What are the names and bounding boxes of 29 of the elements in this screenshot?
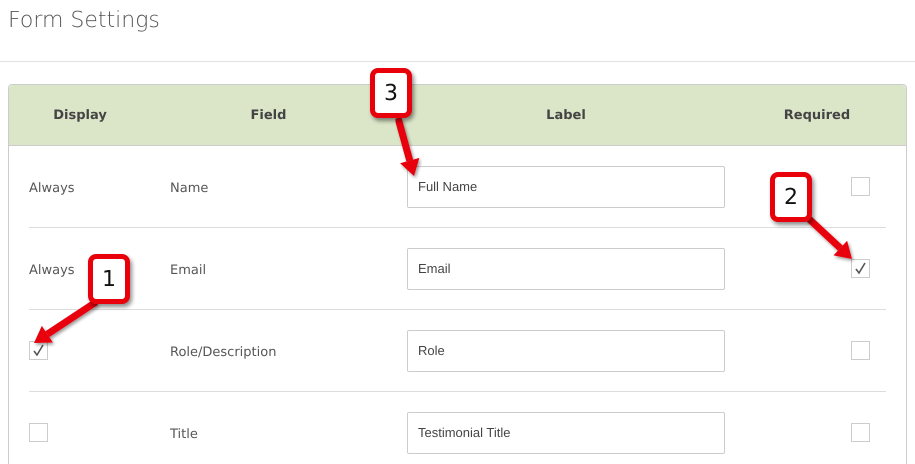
checkbox[interactable] <box>851 177 870 196</box>
checkbox[interactable] <box>29 423 48 442</box>
checkbox[interactable] <box>851 341 870 360</box>
column-header: Field <box>250 108 288 122</box>
arrow <box>806 215 852 259</box>
arrow <box>394 117 420 176</box>
display-text: Always <box>29 181 75 196</box>
label-input[interactable]: Full Name <box>407 166 725 208</box>
display-text: Always <box>29 263 75 278</box>
checkbox[interactable] <box>29 341 48 360</box>
label-input[interactable]: Role <box>407 330 725 372</box>
callout-badge: 3 <box>370 68 412 118</box>
field-name: Email <box>170 263 206 278</box>
check-icon <box>854 262 867 275</box>
check-icon <box>32 344 45 357</box>
label-input[interactable]: Email <box>407 248 725 290</box>
checkbox[interactable] <box>851 423 870 442</box>
field-name: Title <box>170 427 198 442</box>
column-header: Display <box>52 108 108 122</box>
column-header: Label <box>545 108 587 122</box>
field-name: Role/Description <box>170 345 276 360</box>
checkbox[interactable] <box>851 259 870 278</box>
column-header: Required <box>782 108 852 122</box>
label-input[interactable]: Testimonial Title <box>407 412 725 454</box>
field-name: Name <box>170 181 208 196</box>
page-title: Form Settings <box>0 0 915 62</box>
callout-badge: 1 <box>88 254 130 304</box>
arrow <box>34 299 98 343</box>
callout-badge: 2 <box>770 172 812 222</box>
